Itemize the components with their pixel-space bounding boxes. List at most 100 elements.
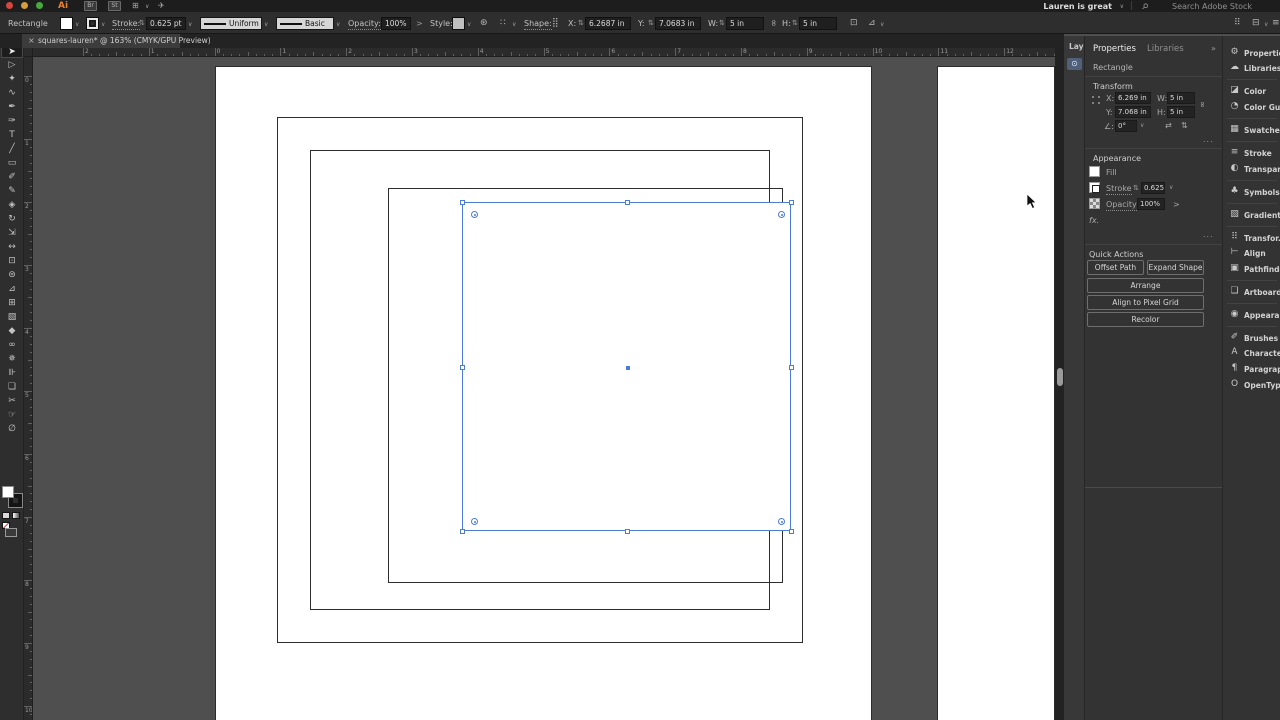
selection-bounding-box[interactable]	[460, 200, 794, 534]
chevron-down-icon[interactable]: ∨	[1264, 21, 1268, 28]
bridge-button[interactable]: Br	[84, 1, 97, 11]
scale-tool[interactable]: ⇲	[1, 226, 23, 240]
dock-item-transform[interactable]: ⠿ Transfor...	[1223, 232, 1280, 246]
lasso-tool[interactable]: ∿	[1, 86, 23, 100]
minimize-window-button[interactable]	[21, 2, 28, 9]
chevron-down-icon[interactable]: ∨	[467, 21, 471, 28]
chevron-down-icon[interactable]: ∨	[1120, 3, 1124, 10]
width-tool[interactable]: ↔	[1, 240, 23, 254]
eyedropper-tool[interactable]: ◆	[1, 324, 23, 338]
gradient-tool[interactable]: ▧	[1, 310, 23, 324]
artboard-tool[interactable]: ❏	[1, 380, 23, 394]
fill-color-swatch[interactable]	[60, 17, 73, 30]
column-graph-tool[interactable]: ⊪	[1, 366, 23, 380]
transform-w-field[interactable]: 5 in	[1167, 92, 1195, 104]
selection-handle[interactable]	[624, 200, 630, 205]
dock-item-color[interactable]: ◪ Color	[1223, 85, 1280, 99]
x-stepper[interactable]: ⇅	[578, 19, 584, 27]
panel-splitter[interactable]	[1085, 487, 1222, 488]
document-setup-icon[interactable]: ⊛	[480, 18, 488, 28]
document-tab[interactable]: × squares-lauren* @ 163% (CMYK/GPU Previ…	[22, 34, 211, 48]
selection-handle[interactable]	[789, 364, 794, 370]
h-field[interactable]: 5 in	[799, 17, 837, 30]
stroke-stepper[interactable]: ⇅	[139, 19, 145, 27]
more-options-icon[interactable]: ...	[1203, 135, 1214, 144]
color-button[interactable]	[2, 512, 10, 519]
stock-search-input[interactable]: Search Adobe Stock	[1172, 2, 1252, 11]
dock-item-character[interactable]: A Character	[1223, 347, 1280, 361]
layers-tab[interactable]: Lay	[1069, 42, 1084, 51]
panel-collapse-icon[interactable]: »	[1211, 44, 1216, 53]
dock-item-swatches[interactable]: ▦ Swatches	[1223, 124, 1280, 138]
quick-action-arrange[interactable]: Arrange	[1087, 278, 1204, 293]
fill-stroke-indicator[interactable]	[2, 486, 23, 510]
canvas-scrollbar[interactable]	[1055, 48, 1064, 720]
blend-tool[interactable]: ∞	[1, 338, 23, 352]
align-options-icon[interactable]: ∷	[500, 18, 506, 28]
flip-horizontal-icon[interactable]: ⇄	[1165, 121, 1172, 130]
more-options-icon[interactable]: ...	[1203, 230, 1214, 239]
chevron-down-icon[interactable]: ∨	[512, 21, 516, 28]
selection-handle[interactable]	[460, 364, 465, 370]
brush-definition-dropdown[interactable]: Basic	[276, 17, 334, 30]
tab-properties[interactable]: Properties	[1093, 44, 1136, 54]
perspective-grid-tool[interactable]: ⊿	[1, 282, 23, 296]
link-dimensions-icon[interactable]: ∞	[768, 19, 778, 27]
dock-item-gradient[interactable]: ▧ Gradient	[1223, 209, 1280, 223]
transform-x-field[interactable]: 6.269 in	[1115, 92, 1151, 104]
mesh-tool[interactable]: ⊞	[1, 296, 23, 310]
w-stepper[interactable]: ⇅	[719, 19, 725, 27]
stroke-stepper[interactable]: ⇅	[1133, 184, 1139, 192]
arrange-documents-icon[interactable]: ⠿	[1234, 18, 1241, 28]
chevron-down-icon[interactable]: ∨	[145, 3, 149, 10]
dock-item-align[interactable]: ⊢ Align	[1223, 247, 1280, 261]
corner-radius-widget[interactable]	[778, 211, 785, 218]
opacity-more-button[interactable]: >	[1173, 200, 1180, 209]
zoom-window-button[interactable]	[36, 2, 43, 9]
magic-wand-tool[interactable]: ✦	[1, 72, 23, 86]
opacity-label[interactable]: Opacity:	[348, 19, 381, 30]
fill-indicator[interactable]	[2, 486, 14, 498]
dock-item-artboards[interactable]: ❏ Artboards	[1223, 286, 1280, 300]
layer-visibility-eye-icon[interactable]: ⊙	[1067, 58, 1082, 70]
y-stepper[interactable]: ⇅	[648, 19, 654, 27]
tab-libraries[interactable]: Libraries	[1147, 44, 1184, 54]
selection-handle[interactable]	[624, 529, 630, 534]
close-tab-icon[interactable]: ×	[28, 34, 35, 48]
h-stepper[interactable]: ⇅	[792, 19, 798, 27]
chevron-down-icon[interactable]: ∨	[188, 21, 192, 28]
pen-tool[interactable]: ✒	[1, 100, 23, 114]
ruler-origin-corner[interactable]	[24, 48, 33, 57]
rectangle-tool[interactable]: ▭	[1, 156, 23, 170]
selection-handle[interactable]	[460, 200, 465, 205]
shear-icon[interactable]: ⊿	[868, 18, 876, 28]
stroke-swatch[interactable]	[1089, 182, 1100, 193]
fill-swatch[interactable]	[1089, 166, 1100, 177]
opacity-icon[interactable]	[1089, 198, 1100, 209]
gradient-button[interactable]	[12, 512, 20, 519]
share-icon[interactable]: ✈	[158, 1, 165, 10]
rotation-field[interactable]: 0°	[1115, 120, 1137, 132]
stroke-link-label[interactable]: Stroke	[1106, 184, 1132, 195]
w-field[interactable]: 5 in	[726, 17, 764, 30]
shape-builder-tool[interactable]: ⊜	[1, 268, 23, 282]
slice-tool[interactable]: ✂	[1, 394, 23, 408]
scrollbar-thumb[interactable]	[1056, 368, 1063, 386]
quick-action-recolor[interactable]: Recolor	[1087, 312, 1204, 327]
dock-item-pathfinder[interactable]: ▣ Pathfinder	[1223, 263, 1280, 277]
dock-item-properties[interactable]: ⚙ Properties	[1223, 47, 1280, 61]
quick-action-expand-shape[interactable]: Expand Shape	[1147, 260, 1204, 275]
chevron-down-icon[interactable]: ∨	[1140, 122, 1144, 129]
fx-button[interactable]: fx.	[1089, 216, 1099, 225]
dock-item-libraries[interactable]: ☁ Libraries	[1223, 62, 1280, 76]
quick-action-offset-path[interactable]: Offset Path	[1087, 260, 1144, 275]
transform-y-field[interactable]: 7.068 in	[1115, 106, 1151, 118]
eraser-tool[interactable]: ◈	[1, 198, 23, 212]
corner-radius-widget[interactable]	[471, 518, 478, 525]
dock-item-brushes[interactable]: ✐ Brushes	[1223, 332, 1280, 346]
rotate-tool[interactable]: ↻	[1, 212, 23, 226]
chevron-down-icon[interactable]: ∨	[1169, 184, 1173, 191]
dock-item-paragraph[interactable]: ¶ Paragraph	[1223, 363, 1280, 377]
layers-panel-collapsed[interactable]: Lay ⊙	[1064, 36, 1085, 720]
chevron-down-icon[interactable]: ∨	[336, 21, 340, 28]
